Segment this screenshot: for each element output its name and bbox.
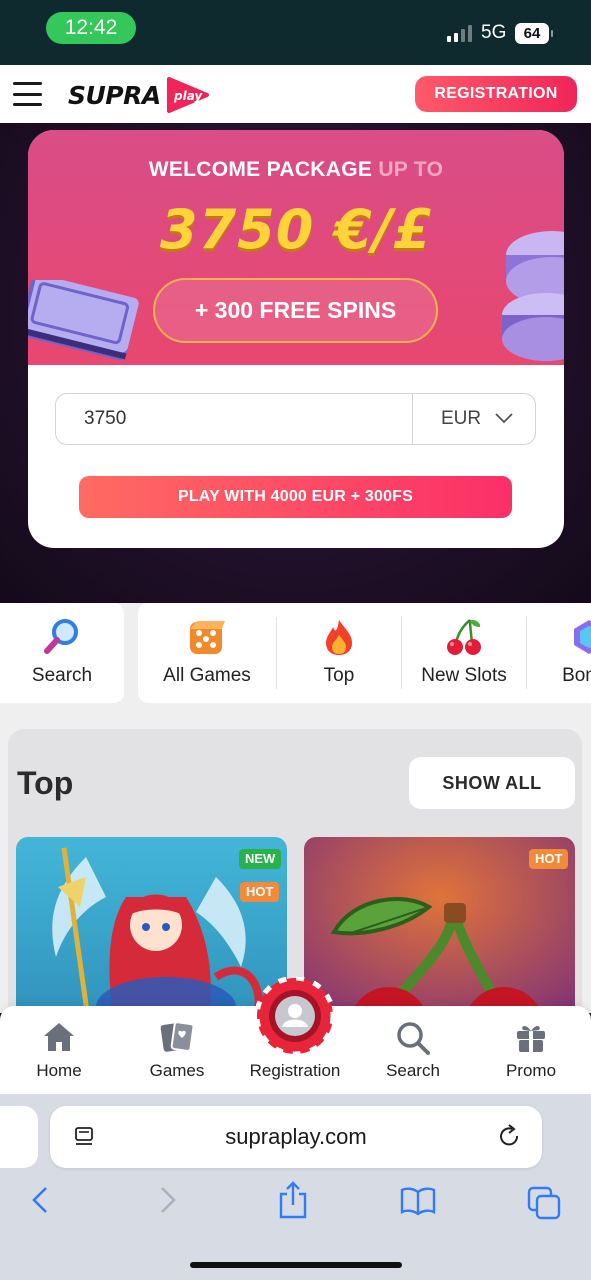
user-chip-icon [254,975,336,1057]
network-type: 5G [481,22,507,43]
nav-label: Promo [505,1061,557,1080]
welcome-text: WELCOME PACKAGE [148,158,373,181]
category-item: Search [0,603,124,703]
cherries-icon [447,619,481,655]
category-group: All Games Top New Slots Bon [138,603,591,703]
logo-play-icon: play [166,77,209,113]
play-deposit-button[interactable]: PLAY WITH 4000 EUR + 300FS [79,476,512,518]
nav-label: Search [386,1061,440,1080]
deposit-selector: EUR [55,393,536,445]
welcome-promo-card: WELCOME PACKAGE UP TO 3750 €/£ + 300 FRE… [28,130,564,548]
welcome-suffix: UP TO [378,158,444,181]
registration-button[interactable]: REGISTRATION [415,76,577,112]
cellular-signal-icon [447,24,472,42]
category-top[interactable]: Top [277,603,401,703]
home-icon [44,1023,74,1051]
fire-icon [326,620,352,655]
gift-icon [517,1025,545,1052]
nav-registration[interactable] [254,975,336,1057]
nav-registration-label: Registration [249,1061,341,1080]
hot-badge: HOT [529,849,569,869]
back-icon[interactable] [30,1184,50,1216]
status-bar: 12:42 5G 64 [0,0,591,65]
game-tile[interactable]: NEW HOT [16,837,287,1029]
magnifier-icon [44,619,78,654]
battery-icon: 64 [515,23,553,44]
category-bonus[interactable]: Bonus [527,603,591,703]
logo[interactable]: SUPRA play [68,75,211,115]
nav-label: Home [36,1061,82,1080]
category-label: Top [323,665,355,686]
nav-search[interactable]: Search [358,1006,468,1094]
url-text: supraplay.com [225,1124,367,1149]
search-icon [397,1022,430,1055]
nav-home[interactable]: Home [4,1006,114,1094]
nav-label: Games [149,1061,205,1080]
reload-icon[interactable] [498,1124,522,1150]
hot-badge: HOT [240,882,280,902]
dice-icon [190,621,225,654]
category-new-slots[interactable]: New Slots [402,603,526,703]
category-label: Search [31,665,93,686]
nav-promo[interactable]: Promo [476,1006,586,1094]
section-title: Top [17,765,74,801]
bonus-icon [574,620,591,654]
category-label: New Slots [421,665,507,686]
tabs-icon[interactable] [527,1186,561,1220]
forward-icon[interactable] [158,1184,178,1216]
free-spins-pill: + 300 FREE SPINS [153,278,438,343]
category-label: All Games [163,665,251,686]
share-icon[interactable] [278,1180,308,1220]
logo-text: SUPRA [68,80,161,110]
game-tile[interactable]: HOT [304,837,575,1029]
address-bar[interactable]: supraplay.com [50,1106,542,1168]
nav-games[interactable]: Games [122,1006,232,1094]
clock: 12:42 [46,12,136,44]
svg-text:play: play [173,89,203,103]
category-search[interactable]: Search [0,603,124,703]
currency-select[interactable]: EUR [412,394,535,444]
previous-tab[interactable] [0,1106,38,1168]
new-badge: NEW [239,849,282,869]
category-strip: Search All Games Top New Slots Bon [0,603,591,703]
site-header: SUPRA play REGISTRATION [0,65,591,123]
chevron-down-icon [495,413,513,424]
cards-icon [160,1021,195,1052]
bookmarks-icon[interactable] [400,1186,436,1216]
bonus-amount: 3750 €/£ [160,198,432,261]
deposit-amount-input[interactable] [56,394,412,444]
currency-value: EUR [441,408,482,429]
promo-banner: WELCOME PACKAGE UP TO 3750 €/£ + 300 FRE… [28,130,564,365]
menu-icon[interactable] [13,82,42,106]
show-all-button[interactable]: SHOW ALL [409,757,575,809]
home-indicator [190,1262,402,1268]
welcome-heading: WELCOME PACKAGE UP TO [28,158,564,182]
category-all-games[interactable]: All Games [138,603,276,703]
category-label: Bonus [562,665,591,686]
cash-stack-icon [28,280,139,361]
